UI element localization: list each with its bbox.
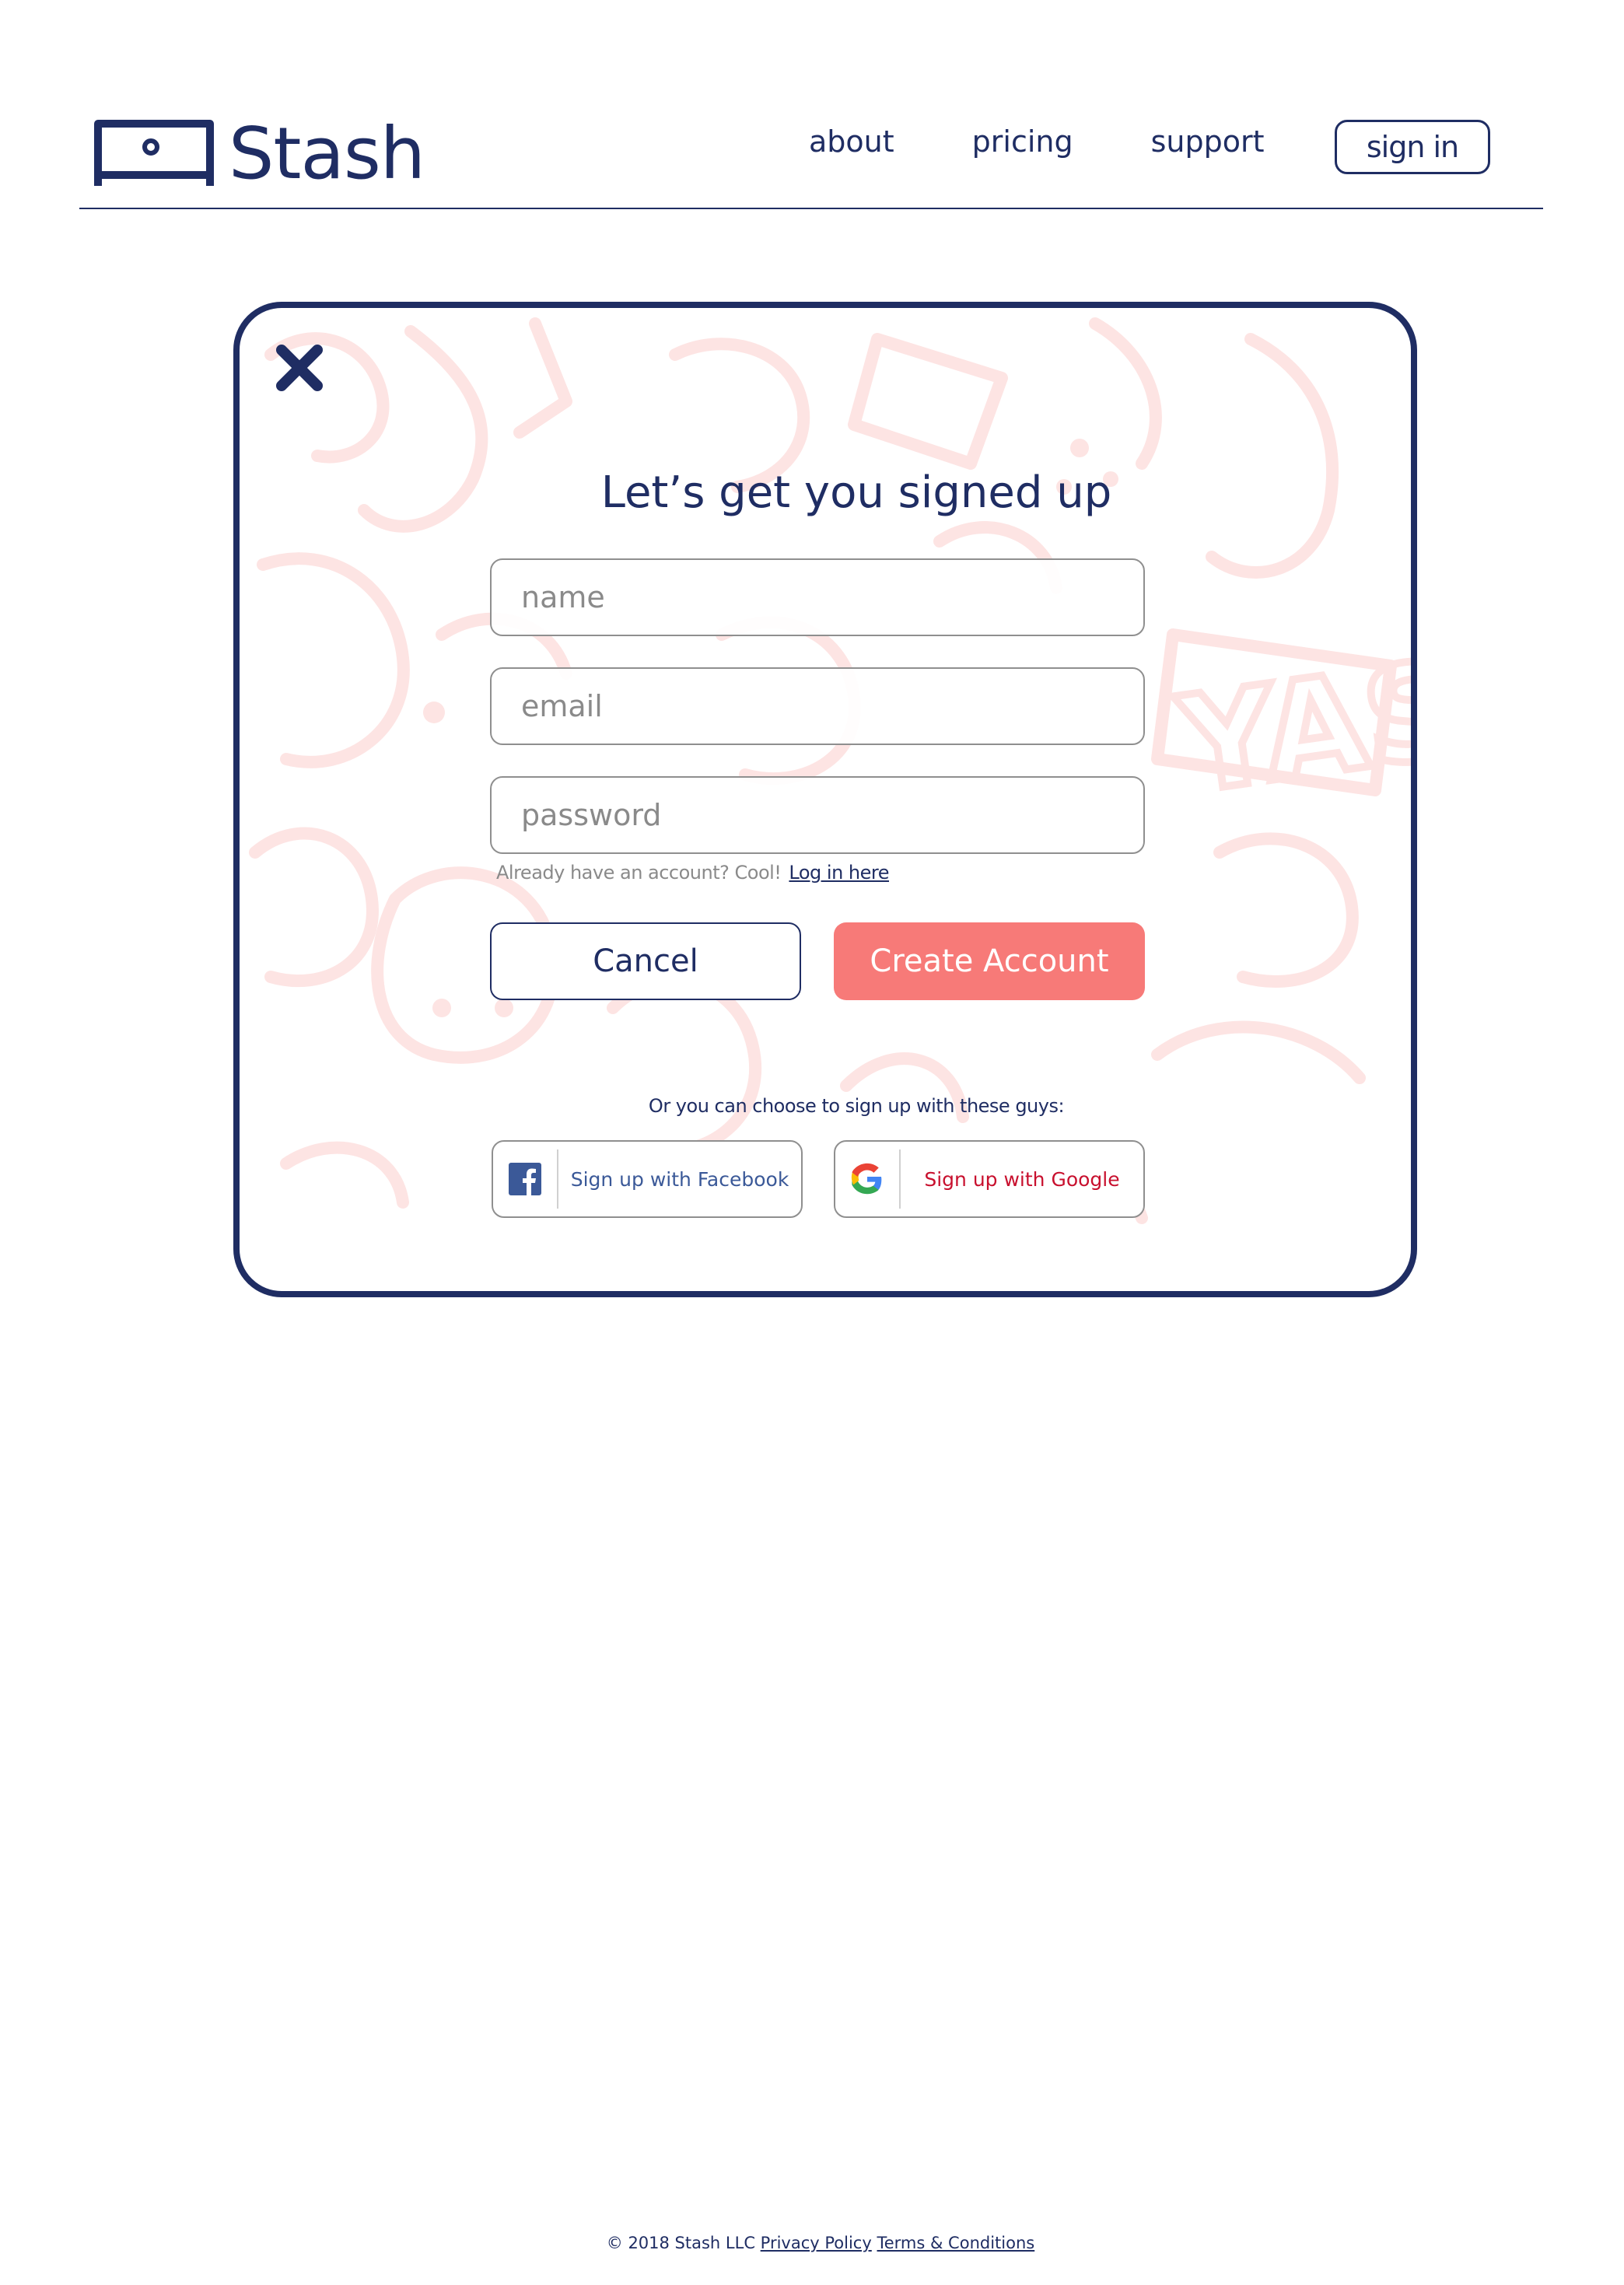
nav-pricing[interactable]: pricing (972, 124, 1073, 159)
close-icon[interactable] (272, 341, 327, 395)
email-input[interactable] (490, 667, 1145, 745)
login-hint-text: Already have an account? Cool! (496, 862, 782, 884)
header-divider (79, 208, 1543, 209)
site-footer: © 2018 Stash LLC Privacy Policy Terms & … (0, 2234, 1624, 2252)
facebook-label: Sign up with Facebook (570, 1167, 789, 1191)
login-hint: Already have an account? Cool! Log in her… (496, 862, 890, 884)
terms-link[interactable]: Terms & Conditions (877, 2234, 1034, 2252)
social-prompt: Or you can choose to sign up with these … (648, 1095, 1065, 1117)
google-signup-button[interactable]: Sign up with Google (834, 1140, 1145, 1218)
site-header: Stash about pricing support sign in (0, 0, 1624, 210)
tv-stand-icon (94, 119, 214, 186)
modal-title: Let’s get you signed up (600, 467, 1112, 518)
facebook-signup-button[interactable]: Sign up with Facebook (492, 1140, 803, 1218)
google-label: Sign up with Google (924, 1167, 1120, 1191)
signup-modal: YAS Let’s get you signed up Already have… (233, 302, 1417, 1297)
google-icon-wrap (835, 1149, 901, 1209)
google-icon (851, 1163, 882, 1195)
name-input[interactable] (490, 558, 1145, 636)
brand-logo[interactable]: Stash (93, 117, 425, 191)
login-link[interactable]: Log in here (789, 862, 889, 884)
create-account-button[interactable]: Create Account (834, 922, 1145, 1000)
privacy-policy-link[interactable]: Privacy Policy (761, 2234, 872, 2252)
sign-in-button[interactable]: sign in (1335, 120, 1490, 174)
nav-support[interactable]: support (1151, 124, 1265, 159)
password-input[interactable] (490, 776, 1145, 854)
facebook-icon-wrap (493, 1149, 558, 1209)
facebook-icon (509, 1163, 541, 1195)
copyright-text: © 2018 Stash LLC (606, 2234, 755, 2252)
nav-about[interactable]: about (809, 124, 894, 159)
doodle-text: YAS (1169, 632, 1411, 824)
main-nav: about pricing support (809, 124, 1342, 159)
cancel-button[interactable]: Cancel (490, 922, 801, 1000)
brand-name: Stash (229, 111, 425, 195)
